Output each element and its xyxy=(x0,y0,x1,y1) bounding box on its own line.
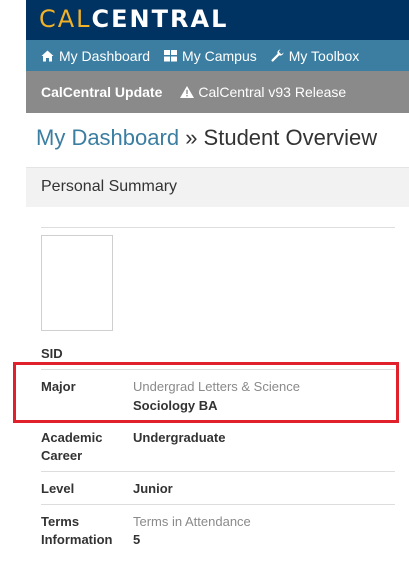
card-title: Personal Summary xyxy=(41,178,178,195)
logo-text-central: CENTRAL xyxy=(91,5,229,33)
nav-my-dashboard[interactable]: My Dashboard xyxy=(41,48,150,64)
divider xyxy=(41,504,395,505)
app-header: CALCENTRAL xyxy=(26,0,409,40)
sid-label: SID xyxy=(41,346,63,361)
level-value: Junior xyxy=(133,481,173,496)
breadcrumb-current: Student Overview xyxy=(203,125,378,150)
nav-label: My Campus xyxy=(182,47,257,64)
alert-banner: CalCentral Update CalCentral v93 Release xyxy=(26,71,409,113)
logo-text-cal: CAL xyxy=(39,5,92,33)
terms-in-attendance-value: 5 xyxy=(133,532,141,547)
calcentral-logo[interactable]: CALCENTRAL xyxy=(39,4,228,34)
home-icon xyxy=(41,50,54,62)
wrench-icon xyxy=(271,49,284,62)
divider xyxy=(41,227,395,228)
academic-career-label: Academic Career xyxy=(41,430,103,463)
level-label: Level xyxy=(41,481,75,496)
nav-my-toolbox[interactable]: My Toolbox xyxy=(271,47,360,64)
nav-my-campus[interactable]: My Campus xyxy=(164,48,257,64)
alert-message: CalCentral v93 Release xyxy=(198,84,347,100)
nav-label: My Toolbox xyxy=(288,47,360,64)
grid-icon xyxy=(164,49,178,62)
terms-in-attendance-label: Terms in Attendance xyxy=(133,514,251,529)
terms-information-label: Terms Information xyxy=(41,514,113,547)
major-highlight-box xyxy=(13,362,399,423)
divider xyxy=(41,471,395,472)
academic-career-value: Undergraduate xyxy=(133,430,226,445)
alert-title: CalCentral Update xyxy=(41,84,163,100)
personal-summary-header: Personal Summary xyxy=(26,167,409,207)
breadcrumb-separator: » xyxy=(179,125,204,150)
alert-link[interactable]: CalCentral v93 Release xyxy=(180,84,346,100)
page-title: My Dashboard » Student Overview xyxy=(36,124,377,152)
main-nav: My Dashboard My Campus My Toolbox xyxy=(26,40,409,71)
breadcrumb-dashboard-link[interactable]: My Dashboard xyxy=(36,125,179,150)
nav-label: My Dashboard xyxy=(59,47,151,64)
student-photo xyxy=(41,235,113,331)
warning-icon xyxy=(180,86,195,98)
